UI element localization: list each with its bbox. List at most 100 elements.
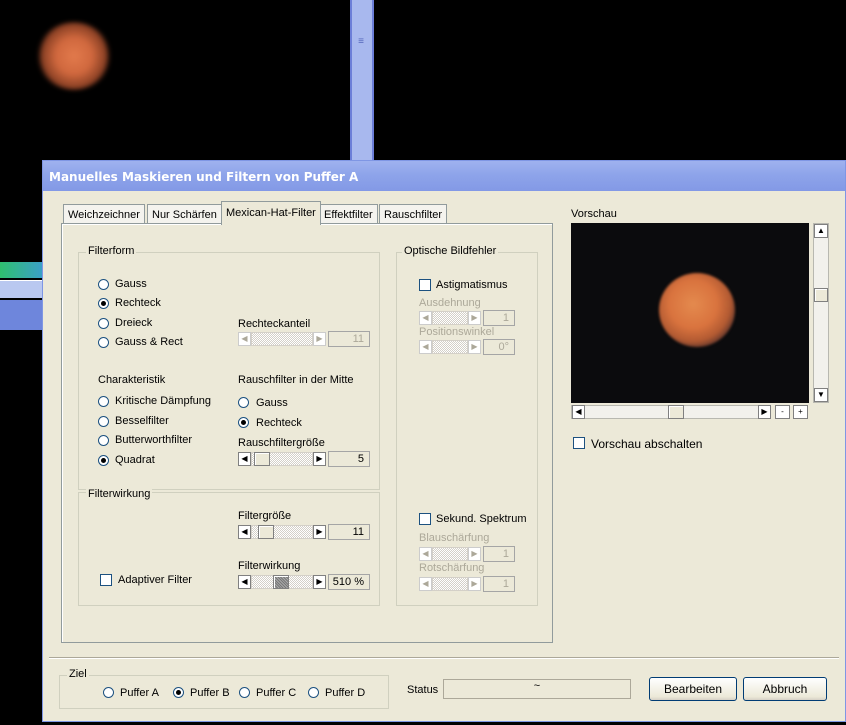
tab-mexican-hat-filter[interactable]: Mexican-Hat-Filter [221,201,321,225]
preview-label: Vorschau [571,208,617,220]
radio-gauss-rect[interactable] [98,337,109,348]
radio-puffer-d[interactable] [308,687,319,698]
radio-puffer-a[interactable] [103,687,114,698]
scroll-up-icon[interactable]: ▲ [814,224,828,238]
radio-dreieck[interactable] [98,318,109,329]
adaptiver-filter-label: Adaptiver Filter [118,574,192,586]
abbruch-button[interactable]: Abbruch [743,677,827,701]
filterwirkung-left-arrow[interactable]: ◀ [238,575,251,589]
astigmatismus-checkbox[interactable] [419,279,431,291]
radio-rechteck[interactable] [98,298,109,309]
preview-disable-checkbox[interactable] [573,437,585,449]
ausdehnung-right-arrow[interactable]: ▶ [468,311,481,325]
radio-quadrat[interactable] [98,455,109,466]
filtergroesse-label: Filtergröße [238,510,292,522]
preview-planet [659,273,735,347]
radio-puffer-b-label: Puffer B [190,687,230,699]
rechteckanteil-left-arrow[interactable]: ◀ [238,332,251,346]
vertical-scroll-thumb[interactable] [814,288,828,302]
radio-puffer-c[interactable] [239,687,250,698]
rauschgroesse-slider-thumb[interactable] [254,452,270,466]
rechteckanteil-value[interactable]: 11 [328,331,370,347]
background-planet-image [36,22,112,90]
ausdehnung-value[interactable]: 1 [483,310,515,326]
preview-vertical-scrollbar[interactable]: ▲ ▼ [813,223,829,403]
status-label: Status [407,684,439,696]
filterform-title: Filterform [86,245,137,257]
rauschgroesse-right-arrow[interactable]: ▶ [313,452,326,466]
blauschaerfung-value[interactable]: 1 [483,546,515,562]
sekund-spektrum-label: Sekund. Spektrum [436,513,527,525]
blauschaerfung-slider[interactable] [432,547,468,561]
rechteckanteil-right-arrow[interactable]: ▶ [313,332,326,346]
radio-besselfilter-label: Besselfilter [115,415,169,427]
background-window-scrollbar-horizontal[interactable] [0,280,42,298]
scrollbar-grip-icon: ≡ [358,36,364,47]
background-gradient-strip [0,262,42,278]
rauschgroesse-value[interactable]: 5 [328,451,370,467]
zoom-out-button[interactable]: - [775,405,790,419]
radio-gauss[interactable] [98,279,109,290]
radio-puffer-a-label: Puffer A [120,687,159,699]
rotschaerfung-right-arrow[interactable]: ▶ [468,577,481,591]
rauschgroesse-label: Rauschfiltergröße [238,437,325,449]
preview-image[interactable] [571,223,809,403]
filtergroesse-value[interactable]: 11 [328,524,370,540]
radio-besselfilter[interactable] [98,416,109,427]
rechteckanteil-slider[interactable] [251,332,313,346]
scroll-down-icon[interactable]: ▼ [814,388,828,402]
scroll-right-icon[interactable]: ▶ [758,405,771,419]
radio-puffer-b[interactable] [173,687,184,698]
radio-butterworthfilter-label: Butterworthfilter [115,434,193,446]
background-window-scrollbar[interactable] [350,0,374,162]
bearbeiten-button[interactable]: Bearbeiten [649,677,737,701]
scroll-left-icon[interactable]: ◀ [572,405,585,419]
tab-nur-schaerfen[interactable]: Nur Schärfen [147,204,222,224]
radio-rausch-rechteck-label: Rechteck [256,417,302,429]
dialog-title: Manuelles Maskieren und Filtern von Puff… [49,170,359,184]
radio-rausch-rechteck[interactable] [238,417,249,428]
rotschaerfung-slider[interactable] [432,577,468,591]
tab-effektfilter[interactable]: Effektfilter [319,204,378,224]
filtergroesse-slider-thumb[interactable] [258,525,274,539]
filterwirkung-slider-thumb[interactable] [273,575,289,589]
radio-rausch-gauss[interactable] [238,397,249,408]
blauschaerfung-left-arrow[interactable]: ◀ [419,547,432,561]
ausdehnung-slider[interactable] [432,311,468,325]
rotschaerfung-left-arrow[interactable]: ◀ [419,577,432,591]
positionswinkel-slider[interactable] [432,340,468,354]
positionswinkel-left-arrow[interactable]: ◀ [419,340,432,354]
rauschmitte-label: Rauschfilter in der Mitte [238,374,354,386]
zoom-in-button[interactable]: + [793,405,808,419]
ausdehnung-label: Ausdehnung [419,297,481,309]
tab-weichzeichner[interactable]: Weichzeichner [63,204,145,224]
separator [49,657,839,659]
adaptiver-filter-checkbox[interactable] [100,574,112,586]
tab-rauschfilter[interactable]: Rauschfilter [379,204,448,224]
tab-panel-mexican-hat: Filterform Gauss Rechteck Dreieck Gauss … [61,223,553,643]
optik-title: Optische Bildfehler [402,245,499,257]
sekund-spektrum-checkbox[interactable] [419,513,431,525]
radio-rechteck-label: Rechteck [115,297,161,309]
preview-horizontal-scrollbar[interactable]: ◀ ▶ [571,405,771,419]
blauschaerfung-right-arrow[interactable]: ▶ [468,547,481,561]
radio-gauss-rect-label: Gauss & Rect [115,336,183,348]
dialog-titlebar[interactable]: Manuelles Maskieren und Filtern von Puff… [43,161,845,191]
radio-butterworthfilter[interactable] [98,435,109,446]
rauschgroesse-left-arrow[interactable]: ◀ [238,452,251,466]
ausdehnung-left-arrow[interactable]: ◀ [419,311,432,325]
background-window-frame [0,300,42,330]
radio-quadrat-label: Quadrat [115,454,155,466]
radio-gauss-label: Gauss [115,278,147,290]
radio-kritische-daempfung[interactable] [98,396,109,407]
rotschaerfung-value[interactable]: 1 [483,576,515,592]
radio-puffer-c-label: Puffer C [256,687,297,699]
positionswinkel-right-arrow[interactable]: ▶ [468,340,481,354]
positionswinkel-value[interactable]: 0° [483,339,515,355]
filtergroesse-left-arrow[interactable]: ◀ [238,525,251,539]
horizontal-scroll-thumb[interactable] [668,405,684,419]
filterwirkung-label: Filterwirkung [238,560,301,572]
filterwirkung-value[interactable]: 510 % [328,574,370,590]
filtergroesse-right-arrow[interactable]: ▶ [313,525,326,539]
filterwirkung-right-arrow[interactable]: ▶ [313,575,326,589]
